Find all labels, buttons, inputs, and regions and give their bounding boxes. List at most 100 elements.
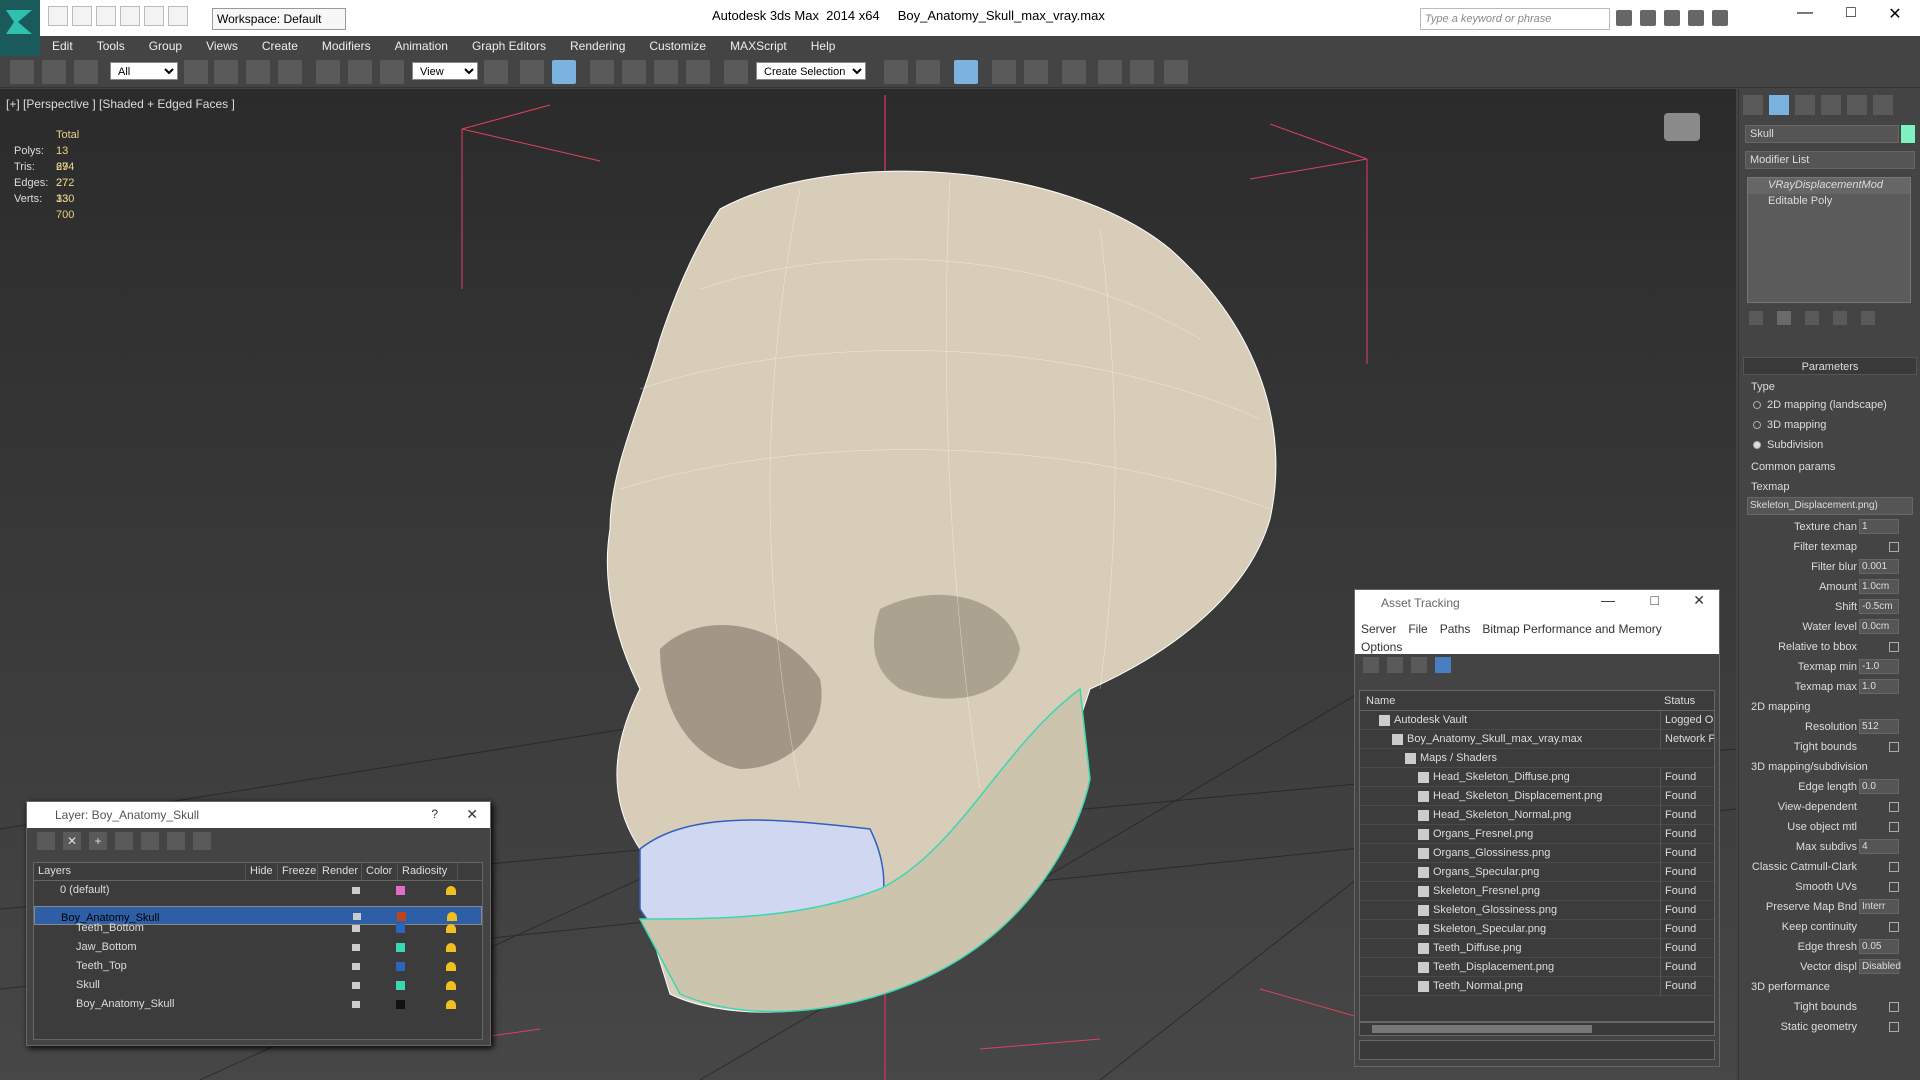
keyboard-shortcut-override-icon[interactable] (552, 60, 576, 84)
col-render[interactable]: Render (318, 863, 362, 880)
close-button[interactable]: ✕ (1880, 4, 1910, 24)
param-value[interactable]: Interr (1859, 899, 1899, 914)
select-in-layer-icon[interactable] (115, 832, 133, 850)
selection-filter-dropdown[interactable]: All (110, 62, 178, 80)
make-unique-icon[interactable] (1805, 311, 1819, 325)
asset-row[interactable]: Autodesk Vault Logged Ou (1360, 711, 1714, 730)
checkbox[interactable] (1889, 802, 1899, 812)
menu-customize[interactable]: Customize (637, 36, 718, 56)
checkbox[interactable] (1889, 1002, 1899, 1012)
project-folder-icon[interactable] (168, 6, 188, 26)
layer-row[interactable]: Teeth_Top (34, 957, 482, 976)
param-filter-blur[interactable]: Filter blur 0.001 (1743, 557, 1917, 577)
help-icon[interactable]: ? (431, 807, 438, 821)
layer-color-swatch[interactable] (396, 943, 405, 952)
col-status[interactable]: Status (1664, 695, 1695, 707)
param-shift[interactable]: Shift -0.5cm (1743, 597, 1917, 617)
param-edge-thresh[interactable]: Edge thresh 0.05 (1743, 937, 1917, 957)
tools-icon[interactable] (1664, 10, 1680, 26)
asset-row[interactable]: Teeth_Diffuse.png Found (1360, 939, 1714, 958)
table-view-icon[interactable] (1435, 657, 1451, 673)
move-icon[interactable] (316, 60, 340, 84)
scale-icon[interactable] (380, 60, 404, 84)
open-file-icon[interactable] (72, 6, 92, 26)
select-object-icon[interactable] (184, 60, 208, 84)
render-teapot-icon[interactable] (352, 963, 360, 970)
percent-snap-icon[interactable] (654, 60, 678, 84)
param-use-object-mtl[interactable]: Use object mtl (1743, 817, 1917, 837)
param-value[interactable]: 0.001 (1859, 559, 1899, 574)
asset-row[interactable]: Teeth_Displacement.png Found (1360, 958, 1714, 977)
checkbox[interactable] (1889, 742, 1899, 752)
modifier-list-dropdown[interactable]: Modifier List (1745, 151, 1915, 169)
param-edge-length[interactable]: Edge length 0.0 (1743, 777, 1917, 797)
asset-row[interactable]: Skeleton_Specular.png Found (1360, 920, 1714, 939)
snaps-toggle-icon[interactable] (590, 60, 614, 84)
utilities-tab-icon[interactable] (1873, 95, 1893, 115)
param-value[interactable]: 1.0cm (1859, 579, 1899, 594)
render-production-icon[interactable] (1164, 60, 1188, 84)
select-manipulate-icon[interactable] (520, 60, 544, 84)
thumbnail-view-icon[interactable] (1411, 657, 1427, 673)
param-value[interactable]: 1 (1859, 519, 1899, 534)
render-teapot-icon[interactable] (352, 925, 360, 932)
window-crossing-icon[interactable] (278, 60, 302, 84)
param-catmull[interactable]: Classic Catmull-Clark (1743, 857, 1917, 877)
add-to-layer-icon[interactable]: + (89, 832, 107, 850)
new-layer-icon[interactable] (37, 832, 55, 850)
param-max-subdivs[interactable]: Max subdivs 4 (1743, 837, 1917, 857)
spinner-snap-icon[interactable] (686, 60, 710, 84)
scene-explorer-icon[interactable] (954, 60, 978, 84)
create-tab-icon[interactable] (1743, 95, 1763, 115)
reference-coord-dropdown[interactable]: View (412, 62, 478, 80)
param-static-geo[interactable]: Static geometry (1743, 1017, 1917, 1037)
stack-item-editable-poly[interactable]: Editable Poly (1748, 194, 1910, 210)
asset-row[interactable]: Maps / Shaders (1360, 749, 1714, 768)
param-value[interactable]: 512 (1859, 719, 1899, 734)
viewport-label[interactable]: [+] [Perspective ] [Shaded + Edged Faces… (6, 97, 235, 111)
refresh-icon[interactable] (1363, 657, 1379, 673)
mirror-icon[interactable] (884, 60, 908, 84)
maximize-button[interactable]: □ (1836, 4, 1866, 22)
asset-menu-paths[interactable]: Paths (1440, 622, 1471, 636)
workspace-dropdown[interactable]: Workspace: Default (212, 8, 346, 30)
render-teapot-icon[interactable] (352, 944, 360, 951)
checkbox[interactable] (1889, 642, 1899, 652)
layer-row[interactable]: Teeth_Bottom (34, 919, 482, 938)
param-preserve-map[interactable]: Preserve Map Bnd Interr (1743, 897, 1917, 917)
asset-row[interactable]: Teeth_Normal.png Found (1360, 977, 1714, 996)
rotate-icon[interactable] (348, 60, 372, 84)
curve-editor-icon[interactable] (1024, 60, 1048, 84)
render-setup-icon[interactable] (1098, 60, 1122, 84)
modify-tab-icon[interactable] (1769, 95, 1789, 115)
layer-color-swatch[interactable] (396, 962, 405, 971)
col-freeze[interactable]: Freeze (278, 863, 318, 880)
menu-edit[interactable]: Edit (40, 36, 85, 56)
menu-rendering[interactable]: Rendering (558, 36, 637, 56)
object-color-swatch[interactable] (1901, 125, 1915, 143)
minimize-button[interactable]: — (1790, 4, 1820, 22)
pin-stack-icon[interactable] (1749, 311, 1763, 325)
param-smooth-uvs[interactable]: Smooth UVs (1743, 877, 1917, 897)
param-vector-displ[interactable]: Vector displ Disabled (1743, 957, 1917, 977)
param-keep-continuity[interactable]: Keep continuity (1743, 917, 1917, 937)
parameters-rollout-header[interactable]: Parameters (1743, 357, 1917, 375)
menu-modifiers[interactable]: Modifiers (310, 36, 383, 56)
radiosity-icon[interactable] (446, 943, 456, 952)
param-value[interactable]: -0.5cm (1859, 599, 1899, 614)
named-selection-dropdown[interactable]: Create Selection Se (756, 62, 866, 80)
type-3d-radio[interactable]: 3D mapping (1743, 415, 1917, 435)
asset-row[interactable]: Organs_Fresnel.png Found (1360, 825, 1714, 844)
binoculars-icon[interactable] (1616, 10, 1632, 26)
rect-selection-icon[interactable] (246, 60, 270, 84)
asset-row[interactable]: Skeleton_Glossiness.png Found (1360, 901, 1714, 920)
asset-window-titlebar[interactable]: Asset Tracking — □ ✕ (1355, 590, 1719, 616)
star-icon[interactable] (1688, 10, 1704, 26)
render-teapot-icon[interactable] (352, 887, 360, 894)
highlight-selected-icon[interactable] (141, 832, 159, 850)
hide-all-layers-icon[interactable] (167, 832, 185, 850)
asset-row[interactable]: Skeleton_Fresnel.png Found (1360, 882, 1714, 901)
search-input[interactable]: Type a keyword or phrase (1420, 8, 1610, 30)
angle-snap-icon[interactable] (622, 60, 646, 84)
close-icon[interactable]: ✕ (1693, 592, 1705, 609)
